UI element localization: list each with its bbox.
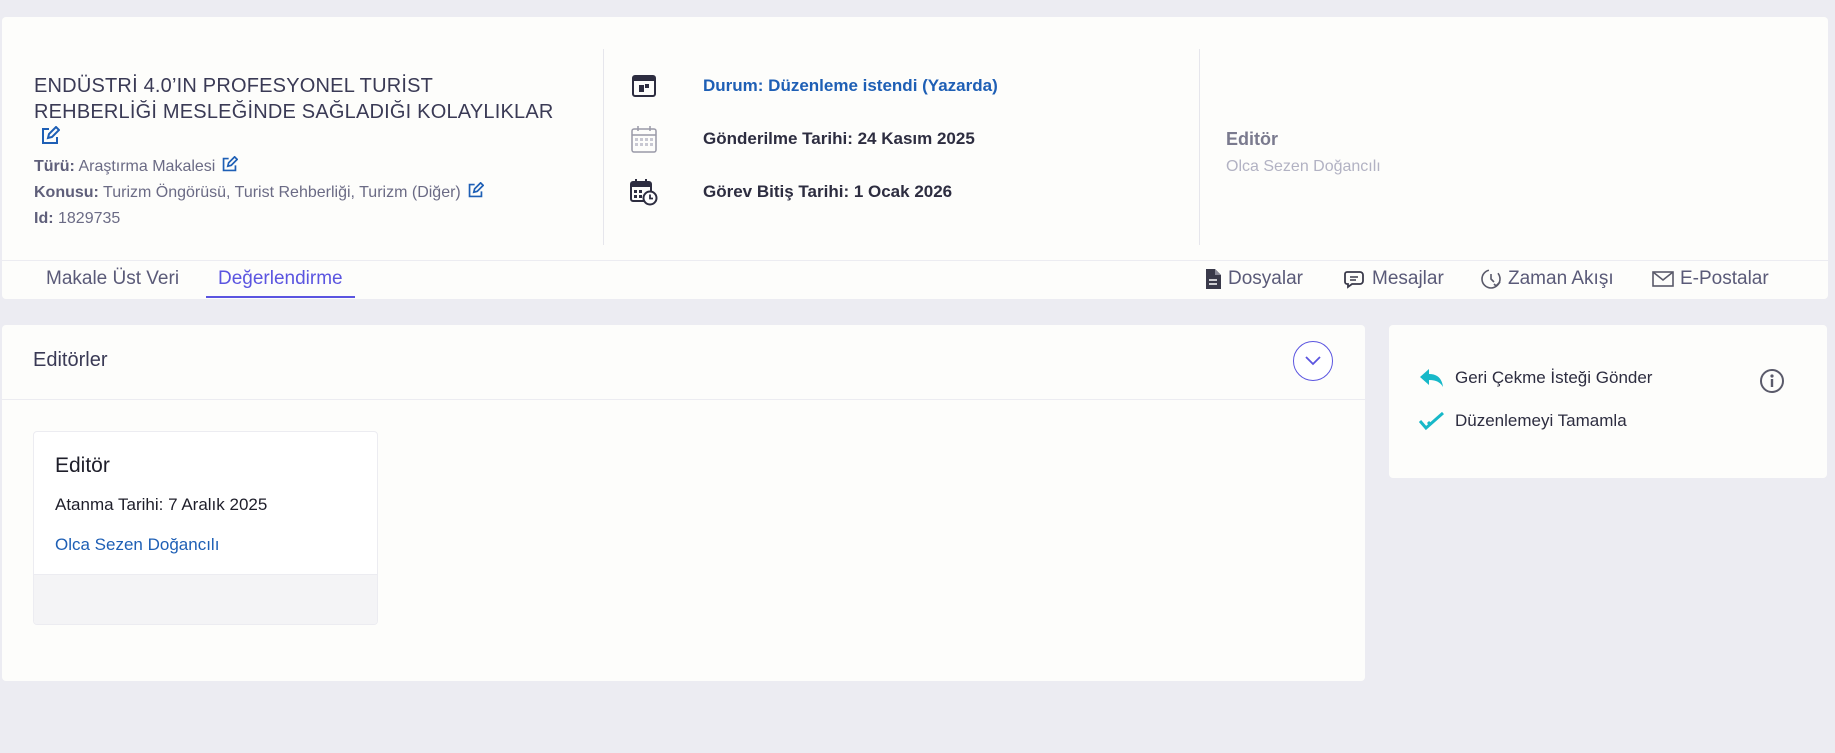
id-label: Id: [34, 210, 54, 227]
complete-revision-label: Düzenlemeyi Tamamla [1455, 411, 1627, 430]
messages-label: Mesajlar [1372, 268, 1444, 289]
article-id: Id: 1829735 [34, 207, 554, 231]
withdraw-request-button[interactable]: Geri Çekme İsteği Gönder [1419, 367, 1652, 389]
editor-role: Editör [55, 454, 110, 477]
file-icon [1206, 269, 1221, 289]
editor-card: Editör Atanma Tarihi: 7 Aralık 2025 Olca… [33, 431, 378, 625]
files-link[interactable]: Dosyalar [1204, 268, 1303, 290]
calendar-icon [629, 124, 659, 154]
article-info: ENDÜSTRİ 4.0’IN PROFESYONEL TURİST REHBE… [34, 73, 554, 231]
submitted-date: Gönderilme Tarihi: 24 Kasım 2025 [703, 129, 975, 148]
subject-value: Turizm Öngörüsü, Turist Rehberliği, Turi… [103, 184, 461, 201]
files-label: Dosyalar [1228, 268, 1303, 289]
editor-summary-name: Olca Sezen Doğancılı [1226, 158, 1381, 175]
divider [2, 260, 1828, 261]
status-window-icon [629, 71, 659, 101]
editor-card-footer [34, 574, 377, 624]
editor-summary-label: Editör [1226, 129, 1278, 149]
editors-panel: Editörler Editör Atanma Tarihi: 7 Aralık… [2, 325, 1365, 681]
messages-link[interactable]: Mesajlar [1344, 268, 1444, 290]
subject-label: Konusu: [34, 184, 99, 201]
timeline-link[interactable]: Zaman Akışı [1480, 268, 1614, 290]
reply-icon [1420, 369, 1443, 387]
chevron-down-icon [1305, 356, 1321, 366]
info-icon[interactable] [1759, 368, 1785, 399]
due-date: Görev Bitiş Tarihi: 1 Ocak 2026 [703, 182, 953, 201]
status-row: Durum: Düzenleme istendi (Yazarda) [629, 71, 1149, 101]
article-type: Türü: Araştırma Makalesi [34, 155, 554, 181]
editors-panel-header: Editörler [2, 325, 1365, 400]
editor-assigned-date: Atanma Tarihi: 7 Aralık 2025 [55, 495, 268, 514]
emails-label: E-Postalar [1680, 268, 1769, 289]
edit-subject-icon[interactable] [467, 181, 485, 207]
editors-panel-title: Editörler [33, 349, 108, 371]
calendar-clock-icon [629, 177, 659, 207]
tab-metadata[interactable]: Makale Üst Veri [46, 268, 179, 298]
editor-summary: Editör Olca Sezen Doğancılı [1226, 129, 1381, 176]
divider [1199, 49, 1200, 245]
double-check-icon [1419, 411, 1444, 431]
emails-link[interactable]: E-Postalar [1652, 268, 1769, 290]
due-row: Görev Bitiş Tarihi: 1 Ocak 2026 [629, 177, 1149, 207]
tab-evaluation[interactable]: Değerlendirme [206, 268, 355, 298]
article-title: ENDÜSTRİ 4.0’IN PROFESYONEL TURİST REHBE… [34, 73, 554, 153]
edit-title-icon[interactable] [40, 125, 61, 153]
type-value: Araştırma Makalesi [78, 158, 216, 175]
complete-revision-button[interactable]: Düzenlemeyi Tamamla [1419, 411, 1627, 431]
status-text[interactable]: Durum: Düzenleme istendi (Yazarda) [703, 76, 998, 96]
timeline-label: Zaman Akışı [1508, 268, 1614, 289]
withdraw-request-label: Geri Çekme İsteği Gönder [1455, 368, 1653, 387]
article-subject: Konusu: Turizm Öngörüsü, Turist Rehberli… [34, 181, 554, 207]
timeline-icon [1481, 269, 1501, 289]
id-value: 1829735 [58, 210, 121, 227]
divider [603, 49, 604, 245]
chat-icon [1344, 271, 1364, 289]
article-header-card: ENDÜSTRİ 4.0’IN PROFESYONEL TURİST REHBE… [2, 17, 1828, 299]
article-title-text: ENDÜSTRİ 4.0’IN PROFESYONEL TURİST REHBE… [34, 75, 554, 123]
submitted-row: Gönderilme Tarihi: 24 Kasım 2025 [629, 124, 1149, 154]
envelope-icon [1652, 271, 1674, 287]
actions-panel: Geri Çekme İsteği Gönder Düzenlemeyi Tam… [1389, 325, 1827, 478]
type-label: Türü: [34, 158, 75, 175]
collapse-button[interactable] [1293, 341, 1333, 381]
editor-name-link[interactable]: Olca Sezen Doğancılı [55, 535, 219, 555]
edit-type-icon[interactable] [221, 155, 239, 181]
